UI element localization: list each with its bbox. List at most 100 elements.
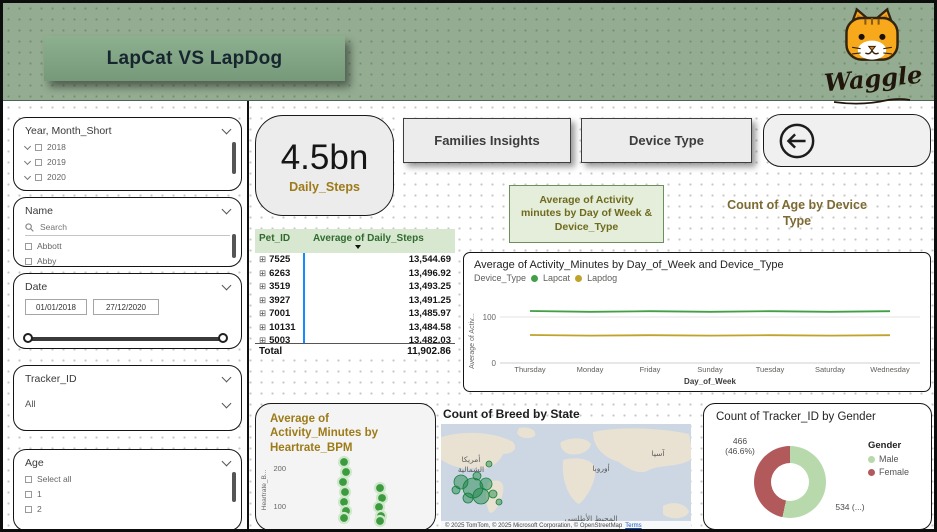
- male-dot-icon: [868, 456, 875, 463]
- female-value: 466: [718, 436, 762, 446]
- expand-icon[interactable]: ⊞: [259, 335, 266, 343]
- age-option[interactable]: Select all: [25, 474, 230, 484]
- slider-handle-end[interactable]: [218, 333, 228, 343]
- day-label: Friday: [620, 365, 680, 374]
- tracker-dropdown[interactable]: All: [25, 399, 230, 410]
- back-arrow-icon[interactable]: [778, 122, 816, 160]
- expand-icon[interactable]: ⊞: [259, 308, 266, 319]
- scrollbar[interactable]: [232, 472, 236, 502]
- chevron-down-icon[interactable]: [222, 205, 232, 215]
- chevron-down-icon[interactable]: [222, 125, 232, 135]
- year-option[interactable]: 2020: [25, 172, 230, 182]
- expand-chevron-icon[interactable]: [24, 142, 31, 149]
- filter-age-label: Age: [25, 457, 44, 469]
- avg-steps-cell: 13,496.92: [409, 268, 451, 279]
- table-row[interactable]: ⊞ 7001 13,485.97: [255, 307, 455, 321]
- date-start-input[interactable]: [25, 299, 87, 315]
- pet-id-cell: 7001: [269, 308, 290, 319]
- attribution-text: © 2025 TomTom, © 2025 Microsoft Corporat…: [445, 523, 622, 529]
- name-option[interactable]: Abby: [25, 256, 230, 266]
- expand-icon[interactable]: ⊞: [259, 295, 266, 306]
- activity-callout-box: Average of Activity minutes by Day of We…: [509, 185, 664, 243]
- checkbox[interactable]: [25, 506, 32, 513]
- expand-icon[interactable]: ⊞: [259, 322, 266, 333]
- checkbox[interactable]: [35, 159, 42, 166]
- female-label: Female: [879, 467, 909, 477]
- female-dot-icon: [868, 469, 875, 476]
- chevron-down-icon[interactable]: [222, 457, 232, 467]
- female-percent: (46.6%): [718, 446, 762, 456]
- legend-item-female[interactable]: Female: [868, 467, 909, 477]
- expand-icon[interactable]: ⊞: [259, 268, 266, 279]
- checkbox[interactable]: [25, 476, 32, 483]
- expand-chevron-icon[interactable]: [24, 157, 31, 164]
- donut-legend-title: Gender: [868, 440, 909, 451]
- table-row[interactable]: ⊞ 3519 13,493.25: [255, 280, 455, 294]
- checkbox[interactable]: [35, 144, 42, 151]
- lapcat-series-line[interactable]: [530, 311, 890, 312]
- search-input[interactable]: [38, 221, 208, 233]
- expand-icon[interactable]: ⊞: [259, 281, 266, 292]
- scrollbar[interactable]: [232, 142, 236, 174]
- year-option[interactable]: 2018: [25, 142, 230, 152]
- slider-handle-start[interactable]: [23, 333, 33, 343]
- expand-chevron-icon[interactable]: [24, 172, 31, 179]
- age-option[interactable]: 2: [25, 504, 230, 514]
- pet-id-cell: 6263: [269, 268, 290, 279]
- table-total-row: Total 11,902.86: [255, 343, 455, 359]
- table-row[interactable]: ⊞ 3927 13,491.25: [255, 294, 455, 308]
- total-label: Total: [259, 346, 282, 357]
- lapdog-series-line[interactable]: [530, 335, 890, 336]
- chevron-down-icon[interactable]: [222, 398, 232, 408]
- families-insights-button[interactable]: Families Insights: [403, 118, 571, 163]
- scrollbar[interactable]: [232, 234, 236, 258]
- brand-logo: Waggle: [824, 6, 920, 100]
- gender-donut[interactable]: [754, 446, 826, 518]
- name-option[interactable]: Abbott: [25, 241, 230, 251]
- scatter-points[interactable]: [338, 457, 387, 526]
- table-row[interactable]: ⊞ 10131 13,484.58: [255, 321, 455, 335]
- chevron-down-icon[interactable]: [222, 281, 232, 291]
- day-label: Monday: [560, 365, 620, 374]
- expand-icon[interactable]: ⊞: [259, 254, 266, 265]
- year-option[interactable]: 2019: [25, 157, 230, 167]
- breed-map[interactable]: أمريكا الشمالية أوروبا آسيا المحيط الأطل…: [441, 424, 691, 530]
- avg-steps-cell: 13,484.58: [409, 322, 451, 333]
- year-options: 2018 2019 2020: [25, 142, 230, 182]
- date-end-input[interactable]: [93, 299, 159, 315]
- checkbox[interactable]: [25, 258, 32, 265]
- gender-donut-card: Count of Tracker_ID by Gender 466 (46.6%…: [703, 403, 932, 530]
- table-row[interactable]: ⊞ 7525 13,544.69: [255, 253, 455, 267]
- year-option-label: 2020: [47, 172, 66, 182]
- avg-steps-cell: 13,544.69: [409, 254, 451, 265]
- filter-date: Date: [13, 273, 242, 349]
- table-row[interactable]: ⊞ 6263 13,496.92: [255, 267, 455, 281]
- checkbox[interactable]: [35, 174, 42, 181]
- checkbox[interactable]: [25, 243, 32, 250]
- sort-desc-icon[interactable]: [355, 245, 361, 249]
- filter-tracker: Tracker_ID All: [13, 365, 242, 431]
- col-pet-id[interactable]: Pet_ID: [259, 233, 290, 244]
- day-label: Saturday: [800, 365, 860, 374]
- col-avg-steps[interactable]: Average of Daily_Steps: [313, 233, 424, 244]
- y-tick-100: 100: [483, 313, 497, 322]
- table-header[interactable]: Pet_ID Average of Daily_Steps: [255, 229, 455, 253]
- device-type-button[interactable]: Device Type: [581, 118, 752, 163]
- day-label: Wednesday: [860, 365, 920, 374]
- filter-name: Name Abbott Abby: [13, 197, 242, 267]
- table-row[interactable]: ⊞ 5003 13,482.03: [255, 334, 455, 343]
- header-band: LapCat VS LapDog Waggle: [3, 3, 934, 101]
- x-axis-title: Day_of_Week: [500, 377, 920, 386]
- female-slice-label: 466 (46.6%): [718, 436, 762, 456]
- chevron-down-icon[interactable]: [222, 373, 232, 383]
- donut-title: Count of Tracker_ID by Gender: [704, 404, 931, 423]
- checkbox[interactable]: [25, 491, 32, 498]
- map-label-north-america-2: الشمالية: [458, 465, 484, 474]
- avg-steps-cell: 13,491.25: [409, 295, 451, 306]
- date-range-slider[interactable]: [27, 337, 224, 341]
- filter-year-month: Year, Month_Short 2018 2019 2020: [13, 117, 242, 191]
- legend-item-male[interactable]: Male: [868, 454, 909, 464]
- y-tick-200: 200: [273, 464, 286, 473]
- terms-link[interactable]: Terms: [625, 523, 641, 529]
- age-option[interactable]: 1: [25, 489, 230, 499]
